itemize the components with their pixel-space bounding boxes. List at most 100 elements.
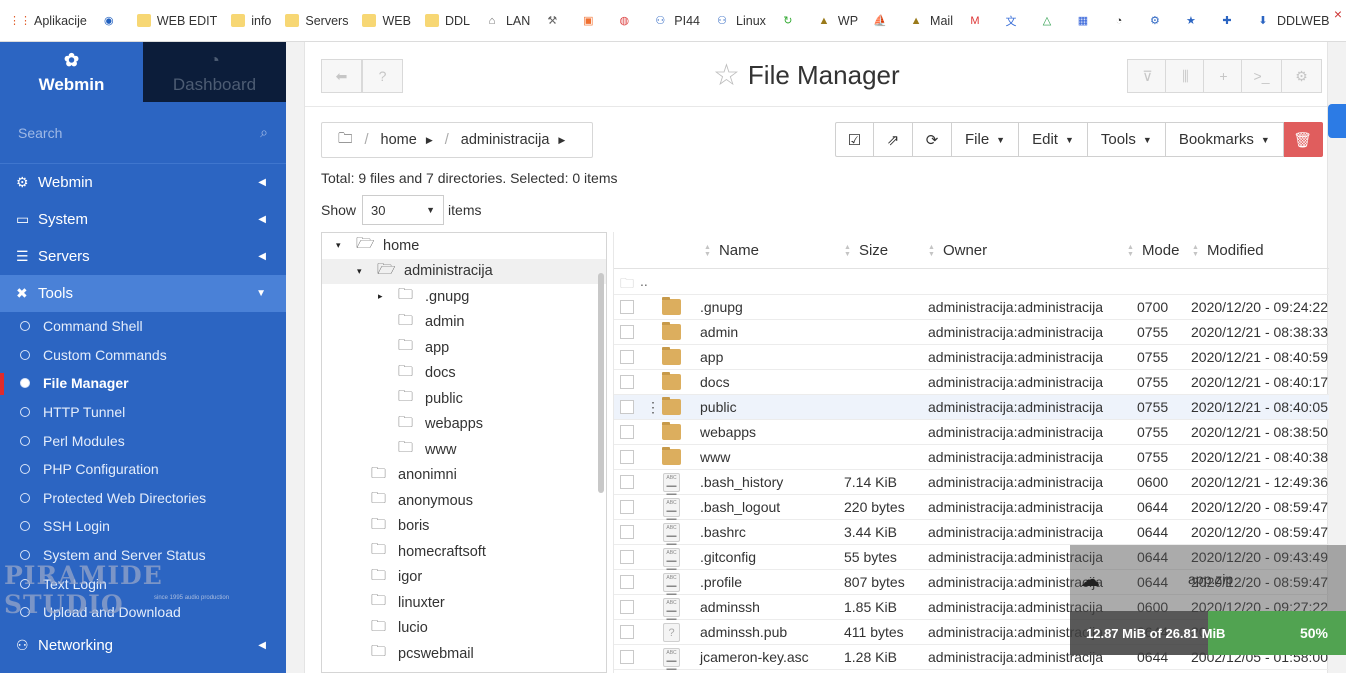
row-checkbox[interactable]: [620, 500, 634, 514]
caret-down-icon[interactable]: ▾: [336, 240, 348, 251]
caret-right-icon[interactable]: ▶: [426, 135, 433, 146]
caret-right-icon[interactable]: ▸: [378, 291, 390, 302]
sidebar-item-tools[interactable]: ✖ Tools ▼: [0, 275, 286, 312]
table-row[interactable]: .gnupg administracija:administracija 0700 2…: [614, 295, 1329, 320]
bookmark-item[interactable]: ◍: [616, 13, 638, 29]
file-name[interactable]: .bash_logout: [700, 499, 780, 515]
search-input[interactable]: Search: [18, 125, 62, 141]
sidebar-subitem[interactable]: Custom Commands: [0, 341, 286, 370]
back-button[interactable]: ⬅: [321, 59, 362, 93]
bookmark-item[interactable]: ↻: [780, 13, 802, 29]
sidebar-item-webmin[interactable]: ⚙ Webmin ◀: [0, 164, 286, 201]
bookmark-item[interactable]: 文: [1003, 13, 1025, 29]
share-button[interactable]: ⇗: [874, 122, 913, 157]
bookmark-item[interactable]: ⋮⋮ Aplikacije: [9, 13, 87, 29]
bookmark-item[interactable]: Servers: [285, 14, 348, 28]
help-button[interactable]: ?: [362, 59, 403, 93]
table-row[interactable]: ⋮ public administracija:administracija 0755…: [614, 395, 1329, 420]
file-name[interactable]: .gitconfig: [700, 549, 756, 565]
column-name[interactable]: ▲ ▼ Name: [704, 242, 759, 259]
page-size-select[interactable]: 30 ▼: [362, 195, 445, 225]
file-menu-button[interactable]: File ▼: [952, 122, 1020, 157]
tree-node[interactable]: ▾ 🗁 home: [322, 233, 606, 259]
tree-node[interactable]: 🗀 admin: [322, 310, 606, 336]
bookmark-item[interactable]: ▣: [580, 13, 602, 29]
bookmark-item[interactable]: ▦: [1075, 13, 1097, 29]
bookmark-item[interactable]: ▲ WP: [816, 13, 858, 29]
breadcrumb-folder[interactable]: administracija: [461, 132, 550, 148]
file-name[interactable]: .bashrc: [700, 524, 746, 540]
table-row[interactable]: ABC ▬▬ ▬▬ .bash_history 7.14 KiB administraci…: [614, 470, 1329, 497]
sidebar-subitem[interactable]: Perl Modules: [0, 426, 286, 455]
bookmark-item[interactable]: ⚒: [544, 13, 566, 29]
tree-node[interactable]: 🗀 pcswebmail: [322, 641, 606, 667]
file-name[interactable]: webapps: [700, 424, 756, 440]
file-name[interactable]: www: [700, 449, 730, 465]
star-icon[interactable]: ☆: [713, 58, 740, 93]
folder-open-icon[interactable]: 🗀: [338, 128, 353, 153]
file-name[interactable]: app: [700, 349, 723, 365]
bookmark-item[interactable]: DDL: [424, 14, 470, 28]
file-name[interactable]: .gnupg: [700, 299, 743, 315]
table-row[interactable]: ABC ▬▬ ▬▬ .bashrc 3.44 KiB administracija:adm…: [614, 520, 1329, 547]
column-size[interactable]: ▲ ▼ Size: [844, 242, 888, 259]
bookmark-item[interactable]: ⬇ DDLWEB: [1255, 13, 1329, 29]
sidebar-subitem[interactable]: Command Shell: [0, 312, 286, 341]
side-chat-tab[interactable]: [1328, 104, 1346, 138]
row-checkbox[interactable]: [620, 575, 634, 589]
sidebar-item-networking[interactable]: ⚇ Networking ◀: [0, 627, 286, 664]
tree-scrollbar[interactable]: [598, 273, 604, 493]
row-checkbox[interactable]: [620, 450, 634, 464]
tree-node[interactable]: 🗀 linuxter: [322, 590, 606, 616]
tree-node[interactable]: 🗀 docs: [322, 361, 606, 387]
bookmark-item[interactable]: ✚: [1219, 13, 1241, 29]
file-name[interactable]: adminssh: [700, 599, 760, 615]
row-checkbox[interactable]: [620, 650, 634, 664]
file-name[interactable]: admin: [700, 324, 738, 340]
settings-button[interactable]: ⚙: [1281, 59, 1322, 93]
columns-button[interactable]: ⫼: [1165, 59, 1206, 93]
sidebar-subitem[interactable]: HTTP Tunnel: [0, 398, 286, 427]
kebab-menu-icon[interactable]: ⋮: [646, 399, 660, 416]
row-checkbox[interactable]: [620, 300, 634, 314]
table-row[interactable]: docs administracija:administracija 0755 202…: [614, 370, 1329, 395]
terminal-button[interactable]: >_: [1241, 59, 1282, 93]
sidebar-item-servers[interactable]: ☰ Servers ◀: [0, 238, 286, 275]
caret-down-icon[interactable]: ▾: [357, 266, 369, 277]
row-checkbox[interactable]: [620, 400, 634, 414]
close-icon[interactable]: ×: [1334, 6, 1342, 22]
file-name[interactable]: public: [700, 399, 737, 415]
tab-webmin[interactable]: ✿ Webmin: [0, 42, 143, 102]
tree-node[interactable]: 🗀 homecraftsoft: [322, 539, 606, 565]
row-checkbox[interactable]: [620, 550, 634, 564]
sidebar-subitem[interactable]: Upload and Download: [0, 598, 286, 627]
sidebar-subitem[interactable]: System and Server Status: [0, 541, 286, 570]
tree-node[interactable]: 🗀 public: [322, 386, 606, 412]
row-checkbox[interactable]: [620, 350, 634, 364]
file-name[interactable]: docs: [700, 374, 730, 390]
bookmark-item[interactable]: ▲ Mail: [908, 13, 953, 29]
row-checkbox[interactable]: [620, 425, 634, 439]
table-row[interactable]: app administracija:administracija 0755 2020…: [614, 345, 1329, 370]
new-button[interactable]: +: [1203, 59, 1244, 93]
row-checkbox[interactable]: [620, 525, 634, 539]
sidebar-subitem[interactable]: Protected Web Directories: [0, 484, 286, 513]
bookmark-item[interactable]: ⛵: [872, 13, 894, 29]
tree-node[interactable]: 🗀 anonymous: [322, 488, 606, 514]
bookmark-item[interactable]: ⚇ PI44: [652, 13, 700, 29]
bookmark-item[interactable]: ⚇ Linux: [714, 13, 766, 29]
row-checkbox[interactable]: [620, 475, 634, 489]
bookmark-item[interactable]: WEB: [362, 14, 411, 28]
table-row[interactable]: www administracija:administracija 0755 2020…: [614, 445, 1329, 470]
filter-button[interactable]: ⊽: [1127, 59, 1168, 93]
delete-button[interactable]: 🗑: [1283, 122, 1323, 157]
row-checkbox[interactable]: [620, 625, 634, 639]
caret-right-icon[interactable]: ▶: [558, 135, 565, 146]
edit-menu-button[interactable]: Edit ▼: [1019, 122, 1088, 157]
bookmark-item[interactable]: ◉: [101, 13, 123, 29]
bookmark-item[interactable]: ★: [1183, 13, 1205, 29]
breadcrumb-home[interactable]: home: [381, 132, 417, 148]
tree-node[interactable]: 🗀 www: [322, 437, 606, 463]
tree-node[interactable]: 🗀 boris: [322, 514, 606, 540]
file-name[interactable]: .bash_history: [700, 474, 783, 490]
